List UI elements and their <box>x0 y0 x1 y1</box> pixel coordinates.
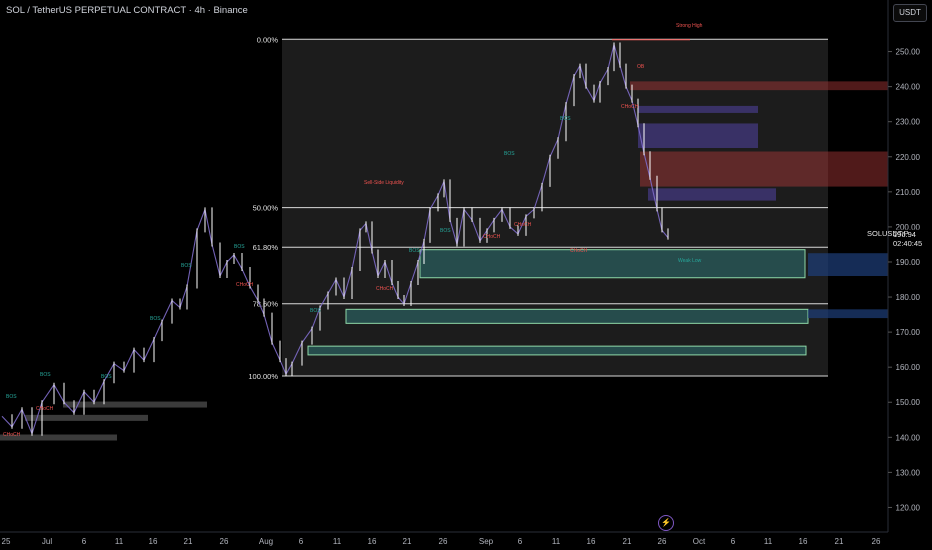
imbalance-zone <box>638 105 758 113</box>
support-zone <box>345 308 809 324</box>
choch-label: CHoCH <box>621 104 639 110</box>
y-tick-label: 210.00 <box>896 188 921 197</box>
x-tick-label: 11 <box>115 537 124 546</box>
choch-label: CHoCH <box>570 248 588 254</box>
x-tick-label: Aug <box>259 537 273 546</box>
annotation-label: OB <box>637 64 645 70</box>
choch-label: CHoCH <box>376 286 394 292</box>
chart-title: SOL / TetherUS PERPETUAL CONTRACT · 4h ·… <box>6 5 248 16</box>
x-tick-label: 26 <box>220 537 229 546</box>
support-zone <box>307 345 807 356</box>
x-tick-label: 21 <box>623 537 632 546</box>
x-tick-label: 11 <box>333 537 342 546</box>
x-tick-label: 26 <box>439 537 448 546</box>
x-tick-label: 25 <box>2 537 11 546</box>
fib-label: 50.00% <box>253 204 279 213</box>
bos-label: BOS <box>234 244 245 250</box>
annotation-label: Weak Low <box>678 258 702 264</box>
bos-label: BOS <box>181 263 192 269</box>
zones-layer <box>0 39 888 441</box>
bos-label: BOS <box>6 394 17 400</box>
y-tick-label: 170.00 <box>896 328 921 337</box>
x-tick-label: 6 <box>731 537 736 546</box>
bos-label: BOS <box>310 308 321 314</box>
y-tick-label: 150.00 <box>896 398 921 407</box>
liquidity-bar <box>25 414 148 421</box>
x-tick-label: Sep <box>479 537 494 546</box>
x-tick-label: 21 <box>184 537 193 546</box>
y-tick-label: 180.00 <box>896 293 921 302</box>
demand-extension <box>808 253 888 276</box>
choch-label: CHoCH <box>483 234 501 240</box>
last-price-tag: 196.94 02:40:45 <box>893 230 926 248</box>
bos-label: BOS <box>150 316 161 322</box>
support-zone <box>419 249 806 279</box>
fib-label: 61.80% <box>253 243 279 252</box>
x-tick-label: 21 <box>403 537 412 546</box>
x-tick-label: 6 <box>299 537 304 546</box>
fib-label: 0.00% <box>257 35 279 44</box>
y-tick-label: 240.00 <box>896 83 921 92</box>
x-tick-label: 11 <box>552 537 561 546</box>
bos-label: BOS <box>101 374 112 380</box>
x-tick-label: 21 <box>835 537 844 546</box>
bos-label: BOS <box>440 228 451 234</box>
supply-zone <box>630 81 888 91</box>
currency-button[interactable]: USDT <box>893 4 927 22</box>
y-tick-label: 130.00 <box>896 468 921 477</box>
x-tick-label: 6 <box>518 537 523 546</box>
y-tick-label: 160.00 <box>896 363 921 372</box>
y-tick-label: 120.00 <box>896 503 921 512</box>
x-tick-label: 26 <box>658 537 667 546</box>
imbalance-zone <box>638 123 758 148</box>
x-tick-label: Jul <box>42 537 52 546</box>
imbalance-zone <box>648 188 776 201</box>
x-tick-label: 16 <box>587 537 596 546</box>
choch-label: CHoCH <box>3 432 21 438</box>
supply-zone <box>640 151 888 187</box>
fib-label: 78.60% <box>253 300 279 309</box>
bos-label: BOS <box>40 372 51 378</box>
demand-extension <box>808 309 888 319</box>
last-price: 196.94 <box>893 230 916 239</box>
x-tick-label: 16 <box>368 537 377 546</box>
choch-label: CHoCH <box>236 282 254 288</box>
lightning-icon[interactable]: ⚡ <box>658 515 674 531</box>
y-tick-label: 230.00 <box>896 118 921 127</box>
countdown-timer: 02:40:45 <box>893 239 923 248</box>
x-tick-label: 26 <box>872 537 881 546</box>
x-tick-label: 11 <box>764 537 773 546</box>
x-tick-label: 16 <box>149 537 158 546</box>
annotation-label: Sell-Side Liquidity <box>364 180 404 186</box>
annotation-label: Strong High <box>676 23 703 29</box>
x-tick-label: 16 <box>799 537 808 546</box>
y-tick-label: 220.00 <box>896 153 921 162</box>
x-tick-label: Oct <box>693 537 706 546</box>
bos-label: BOS <box>409 248 420 254</box>
fib-label: 100.00% <box>248 372 278 381</box>
choch-label: CHoCH <box>514 222 532 228</box>
trading-chart[interactable]: 0.00% 50.00% 61.80% 78.60% 100.00% BOS BOS BOS… <box>0 0 932 550</box>
x-tick-label: 6 <box>82 537 87 546</box>
y-tick-label: 190.00 <box>896 258 921 267</box>
bos-label: BOS <box>504 151 515 157</box>
choch-label: CHoCH <box>36 406 54 412</box>
y-tick-label: 250.00 <box>896 48 921 57</box>
bos-label: BOS <box>560 116 571 122</box>
liquidity-bar <box>63 401 207 408</box>
y-tick-label: 140.00 <box>896 433 921 442</box>
chart-canvas[interactable]: 0.00% 50.00% 61.80% 78.60% 100.00% BOS BOS BOS… <box>0 0 932 550</box>
